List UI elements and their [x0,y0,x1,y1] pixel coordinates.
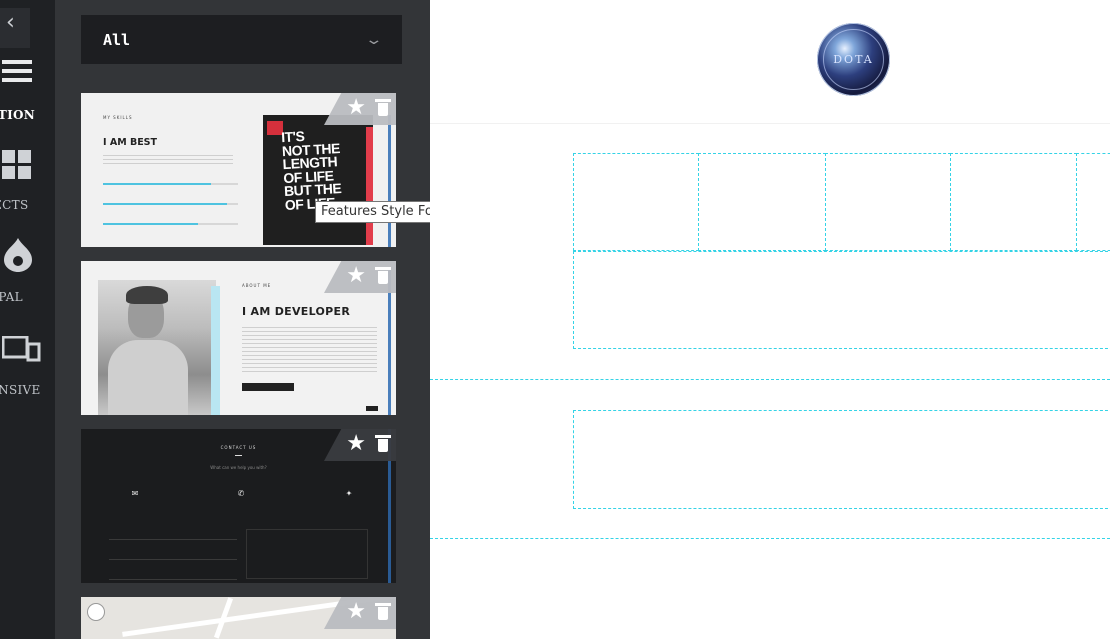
rail-item-responsive[interactable]: ONSIVE [0,383,55,397]
card-question: What can we help you with? [210,465,267,470]
drop-zone[interactable] [1076,153,1110,251]
card-text-lines [103,155,233,167]
skill-bar [103,223,238,225]
envelope-icon: ✉ [131,489,139,498]
form-field [109,529,237,540]
template-card[interactable]: CONTACT US What can we help you with? ✉ … [81,429,396,583]
drop-zone[interactable] [573,251,1110,349]
card-title: I AM BEST [103,137,158,148]
category-select-value: All [103,30,131,49]
collapse-button[interactable]: ‹ [0,8,30,48]
trash-icon[interactable] [375,267,391,284]
template-card[interactable]: ABOUT ME I AM DEVELOPER ★ [81,261,396,415]
locate-icon [87,603,105,621]
card-tools: ★ [324,597,396,629]
form-field [109,569,237,580]
rail-item-section[interactable]: CTION [0,108,55,122]
drop-zone[interactable] [950,153,1077,251]
menu-icon[interactable] [2,60,32,87]
star-icon[interactable]: ★ [346,600,366,624]
form-field [109,549,237,560]
section-guide [430,538,1110,539]
card-title: I AM DEVELOPER [242,305,351,318]
card-subtitle: ABOUT ME [242,283,272,288]
category-select[interactable]: All ⌄ [81,15,402,64]
site-logo[interactable]: DOTA [817,23,890,96]
drop-zone[interactable] [698,153,826,251]
section-guide [430,379,1110,380]
card-text-lines [242,327,377,375]
header-divider [430,123,1110,124]
message-field [246,529,368,579]
profile-photo [98,280,216,415]
skill-bar [103,203,238,205]
trash-icon[interactable] [375,99,391,116]
star-icon[interactable]: ★ [346,264,366,288]
card-button [242,383,294,391]
skill-bar [103,183,238,185]
template-card[interactable]: MY SKILLS I AM BEST IT'S NOT THE LENGTH … [81,93,396,247]
phone-icon: ✆ [237,489,245,498]
template-card-map[interactable]: ★ [81,597,396,639]
drop-zone[interactable] [573,410,1110,509]
drop-zone[interactable] [825,153,951,251]
drupal-icon[interactable] [4,238,32,276]
rail-item-projects[interactable]: JECTS [0,198,55,212]
trash-icon[interactable] [375,603,391,620]
chevron-down-icon: ⌄ [364,31,384,48]
chevron-left-icon: ‹ [6,10,15,35]
star-icon[interactable]: ★ [346,432,366,456]
card-tools: ★ [324,429,396,461]
left-rail: ‹ CTION JECTS UPAL ONSIVE [0,0,55,639]
trash-icon[interactable] [375,435,391,452]
card-tooltip: Features Style Four [315,201,430,223]
rail-item-drupal[interactable]: UPAL [0,290,55,304]
responsive-icon[interactable] [1,335,42,366]
card-tools: ★ [324,261,396,293]
star-icon[interactable]: ★ [346,96,366,120]
card-tools: ★ [324,93,396,125]
poster-image: IT'S NOT THE LENGTH OF LIFE BUT THE OF L… [263,115,373,245]
template-panel: All ⌄ MY SKILLS I AM BEST IT'S NOT THE L… [55,0,430,639]
drop-zone[interactable] [573,153,699,251]
twitter-icon: ✦ [345,489,353,498]
card-subtitle: MY SKILLS [103,115,133,120]
grid-icon[interactable] [2,150,32,180]
